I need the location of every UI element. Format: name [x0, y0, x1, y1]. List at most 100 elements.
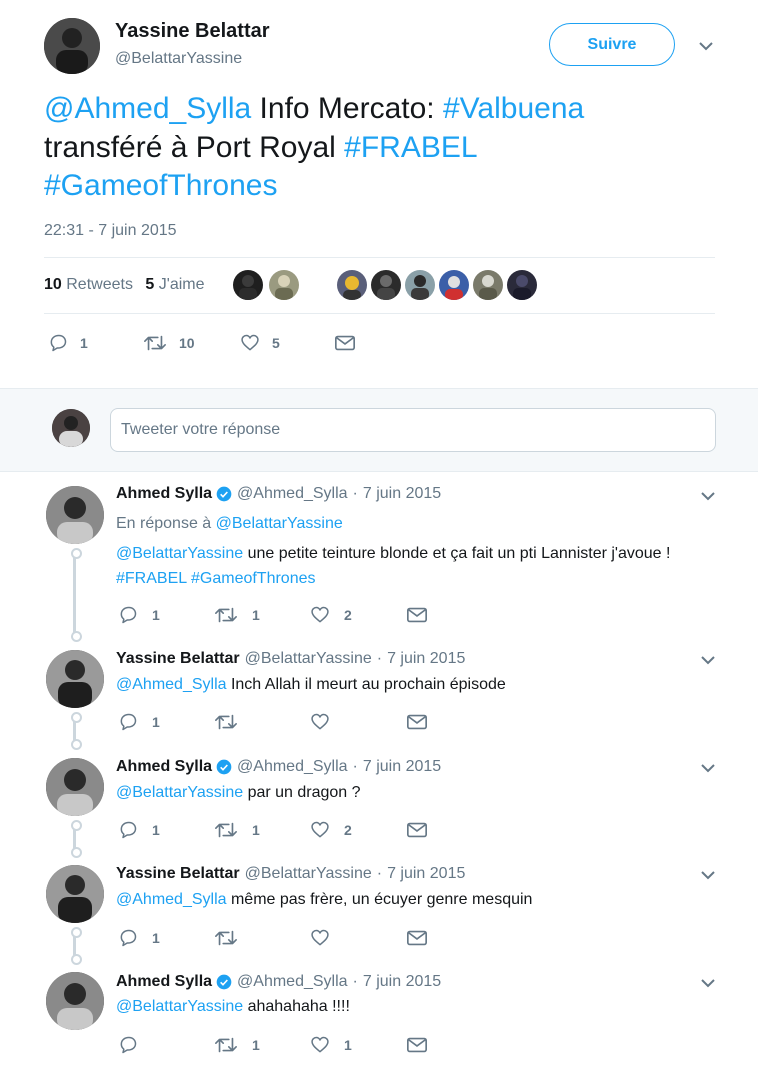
like-button[interactable]: 2 [310, 605, 352, 625]
retweet-button[interactable]: 1 [214, 605, 260, 625]
chevron-down-icon[interactable] [700, 654, 716, 666]
author-name[interactable]: Yassine Belattar [115, 20, 270, 43]
thread-line [71, 712, 82, 750]
reply-date[interactable]: 7 juin 2015 [363, 973, 441, 991]
author-handle[interactable]: @BelattarYassine [115, 50, 242, 68]
reply-avatar[interactable] [46, 865, 104, 923]
message-button[interactable] [406, 928, 428, 948]
liker-avatar[interactable] [371, 270, 401, 300]
retweet-count: 1 [252, 822, 260, 838]
reply-button[interactable]: 1 [118, 712, 160, 732]
mention-link[interactable]: @BelattarYassine [216, 515, 343, 532]
reply-header: Ahmed Sylla @Ahmed_Sylla · 7 juin 2015 [116, 758, 441, 776]
reply-icon [120, 606, 137, 624]
reply-author-handle[interactable]: @BelattarYassine [245, 865, 372, 883]
reply-author-name[interactable]: Ahmed Sylla [116, 758, 212, 776]
chevron-down-icon[interactable] [698, 40, 714, 52]
liker-avatar[interactable] [269, 270, 299, 300]
chevron-down-icon[interactable] [700, 762, 716, 774]
reply-text-body: même pas frère, un écuyer genre mesquin [226, 891, 533, 908]
hashtag-link[interactable]: #FRABEL #GameofThrones [116, 570, 316, 587]
liker-avatar[interactable] [473, 270, 503, 300]
retweet-button[interactable]: 1 [214, 1035, 260, 1055]
reply-header: Yassine Belattar @BelattarYassine · 7 ju… [116, 650, 465, 668]
liker-avatar[interactable] [233, 270, 263, 300]
hashtag-link[interactable]: #FRABEL [344, 131, 477, 164]
separator-dot: · [376, 865, 383, 882]
mention-link[interactable]: @BelattarYassine [116, 998, 243, 1015]
reply-button[interactable] [118, 1035, 152, 1055]
reply-author-handle[interactable]: @BelattarYassine [245, 650, 372, 668]
like-button[interactable] [310, 928, 344, 948]
message-icon [407, 714, 427, 730]
reply-tweet: Yassine Belattar @BelattarYassine · 7 ju… [0, 857, 758, 965]
retweet-button[interactable] [214, 712, 252, 732]
reply-avatar[interactable] [46, 650, 104, 708]
reply-date[interactable]: 7 juin 2015 [363, 485, 441, 503]
reply-author-handle[interactable]: @Ahmed_Sylla [237, 973, 348, 991]
reply-author-name[interactable]: Yassine Belattar [116, 865, 240, 883]
retweets-count: 10 [44, 276, 62, 293]
reply-date[interactable]: 7 juin 2015 [387, 650, 465, 668]
reply-text-body: ahahahaha !!!! [243, 998, 350, 1015]
reply-button[interactable]: 1 [118, 605, 160, 625]
reply-button[interactable]: 1 [48, 333, 88, 353]
reply-author-handle[interactable]: @Ahmed_Sylla [237, 485, 348, 503]
message-button[interactable] [406, 1035, 428, 1055]
reply-author-handle[interactable]: @Ahmed_Sylla [237, 758, 348, 776]
retweet-count: 10 [179, 335, 195, 351]
reply-author-name[interactable]: Yassine Belattar [116, 650, 240, 668]
likes-label: J'aime [158, 276, 205, 293]
mention-link[interactable]: @Ahmed_Sylla [116, 676, 227, 693]
liker-avatar[interactable] [337, 270, 367, 300]
mention-link[interactable]: @BelattarYassine [116, 545, 243, 562]
follow-button[interactable]: Suivre [549, 23, 675, 66]
chevron-down-icon[interactable] [700, 490, 716, 502]
reply-avatar[interactable] [46, 486, 104, 544]
message-button[interactable] [406, 712, 428, 732]
message-button[interactable] [406, 605, 428, 625]
message-button[interactable] [334, 333, 356, 353]
like-button[interactable]: 2 [310, 820, 352, 840]
mention-link[interactable]: @Ahmed_Sylla [116, 891, 227, 908]
reply-tweet: Ahmed Sylla @Ahmed_Sylla · 7 juin 2015 @… [0, 965, 758, 1080]
hashtag-link[interactable]: #GameofThrones [44, 169, 277, 202]
reply-input[interactable]: Tweeter votre réponse [110, 408, 716, 452]
mention-link[interactable]: @Ahmed_Sylla [44, 92, 251, 125]
reply-date[interactable]: 7 juin 2015 [363, 758, 441, 776]
mention-link[interactable]: @BelattarYassine [116, 784, 243, 801]
reply-count: 1 [152, 714, 160, 730]
message-button[interactable] [406, 820, 428, 840]
like-button[interactable]: 1 [310, 1035, 352, 1055]
liker-avatar[interactable] [405, 270, 435, 300]
chevron-down-icon[interactable] [700, 869, 716, 881]
liker-avatar[interactable] [439, 270, 469, 300]
thread-line [71, 820, 82, 858]
like-icon [311, 713, 329, 730]
current-user-avatar[interactable] [52, 409, 90, 447]
reply-author-name[interactable]: Ahmed Sylla [116, 485, 212, 503]
author-avatar[interactable] [44, 18, 100, 74]
reply-tweet: Ahmed Sylla @Ahmed_Sylla · 7 juin 2015 @… [0, 750, 758, 858]
retweet-button[interactable]: 10 [143, 333, 195, 353]
reply-avatar[interactable] [46, 972, 104, 1030]
like-button[interactable] [310, 712, 344, 732]
likes-stat[interactable]: 5 J'aime [145, 276, 204, 293]
retweet-icon [215, 607, 237, 623]
liker-avatar[interactable] [507, 270, 537, 300]
separator-dot: · [376, 650, 383, 667]
reply-author-name[interactable]: Ahmed Sylla [116, 973, 212, 991]
retweet-button[interactable]: 1 [214, 820, 260, 840]
chevron-down-icon[interactable] [700, 977, 716, 989]
retweets-stat[interactable]: 10 Retweets [44, 276, 133, 293]
reply-button[interactable]: 1 [118, 928, 160, 948]
hashtag-link[interactable]: #Valbuena [443, 92, 584, 125]
retweet-button[interactable] [214, 928, 252, 948]
reply-avatar[interactable] [46, 758, 104, 816]
reply-button[interactable]: 1 [118, 820, 160, 840]
reply-date[interactable]: 7 juin 2015 [387, 865, 465, 883]
retweet-icon [215, 1037, 237, 1053]
like-button[interactable]: 5 [240, 333, 280, 353]
reply-text: @Ahmed_Sylla Inch Allah il meurt au proc… [116, 673, 716, 697]
tweet-timestamp[interactable]: 22:31 - 7 juin 2015 [44, 222, 177, 240]
